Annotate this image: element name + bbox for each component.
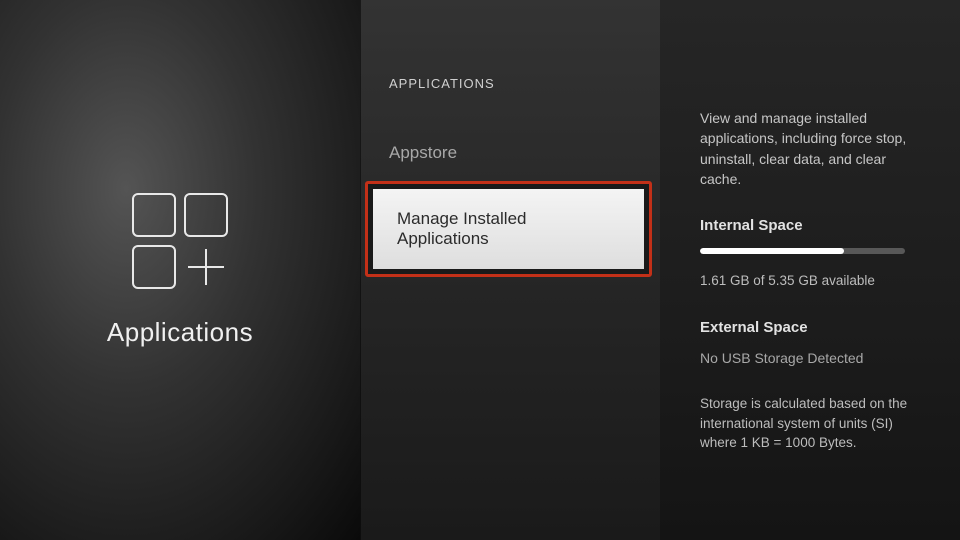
description-text: View and manage installed applications, … <box>700 108 924 189</box>
external-space-status: No USB Storage Detected <box>700 350 924 366</box>
section-heading: APPLICATIONS <box>361 76 660 91</box>
menu-item-appstore[interactable]: Appstore <box>361 129 660 177</box>
grid-square-icon <box>132 193 176 237</box>
grid-square-icon <box>184 193 228 237</box>
detail-panel: View and manage installed applications, … <box>660 0 960 540</box>
plus-icon <box>184 245 228 289</box>
applications-icon <box>132 193 228 289</box>
internal-space-progress <box>700 248 905 254</box>
menu-item-manage-applications[interactable]: Manage Installed Applications <box>368 184 649 274</box>
category-title: Applications <box>107 317 253 348</box>
internal-space-progress-fill <box>700 248 844 254</box>
storage-footnote: Storage is calculated based on the inter… <box>700 394 915 453</box>
external-space-title: External Space <box>700 319 924 336</box>
internal-space-available: 1.61 GB of 5.35 GB available <box>700 272 924 291</box>
grid-square-icon <box>132 245 176 289</box>
menu-panel: APPLICATIONS Appstore Manage Installed A… <box>360 0 660 540</box>
internal-space-title: Internal Space <box>700 217 924 234</box>
menu-item-manage-applications-highlight: Manage Installed Applications <box>365 181 652 277</box>
left-panel: Applications <box>0 0 360 540</box>
